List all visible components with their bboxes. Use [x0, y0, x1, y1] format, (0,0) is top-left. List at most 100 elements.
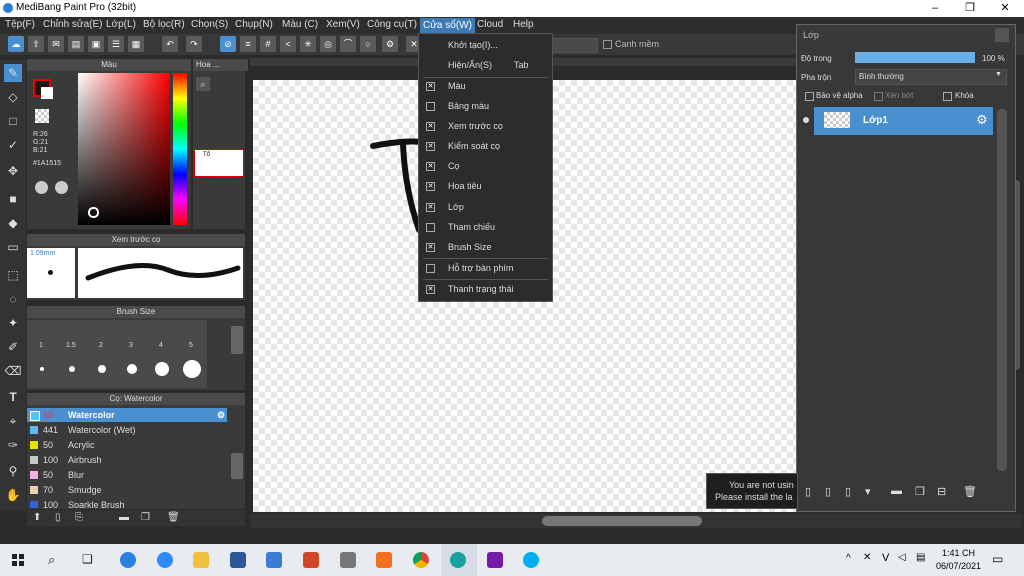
layer-folder-icon[interactable]: ▬: [891, 485, 902, 497]
navigator-thumbnail[interactable]: Tổ: [194, 149, 244, 177]
menu-color[interactable]: Màu (C): [282, 19, 318, 30]
zalo-icon[interactable]: [120, 552, 136, 568]
menu-view[interactable]: Xem(V): [326, 19, 360, 30]
menu-item-toggle-panels[interactable]: Hiện/Ẩn(S) Tab: [419, 56, 552, 74]
no-snap-icon[interactable]: ⊘: [220, 36, 236, 52]
brush-item[interactable]: 15 Watercolor ⚙: [27, 408, 227, 422]
paint-app-icon[interactable]: [340, 552, 356, 568]
toolbar-dropdown[interactable]: [552, 38, 598, 53]
operation-tool-icon[interactable]: ⌖: [4, 412, 22, 430]
size-cell-2[interactable]: 2: [87, 320, 117, 354]
merge-layer-icon[interactable]: ⊟: [937, 485, 946, 498]
layer-visibility-icon[interactable]: [803, 117, 809, 123]
hand-tool-icon[interactable]: ✋: [4, 486, 22, 504]
vanishing-snap-icon[interactable]: <: [280, 36, 296, 52]
menu-item-brush-control[interactable]: ✕ Kiểm soát cọ: [419, 137, 552, 155]
brush-list-scrollbar[interactable]: [231, 453, 243, 479]
menu-window[interactable]: Cửa sổ(W): [420, 18, 475, 33]
delete-brush-icon[interactable]: 🗑: [167, 512, 180, 523]
opacity-slider[interactable]: [855, 52, 975, 63]
duplicate-icon[interactable]: ❐: [141, 512, 150, 523]
shape-tool-icon[interactable]: □: [4, 112, 22, 130]
palette-settings-icon[interactable]: [55, 181, 68, 194]
powerpoint-icon[interactable]: [303, 552, 319, 568]
menu-item-brush-preview[interactable]: ✕ Xem trước cọ: [419, 117, 552, 135]
menu-select[interactable]: Chọn(S): [191, 19, 228, 30]
select-pen-icon[interactable]: ✐: [4, 338, 22, 356]
clock-date[interactable]: 06/07/2021: [936, 561, 981, 571]
gradient-tool-icon[interactable]: ▭: [4, 238, 22, 256]
search-icon[interactable]: ⌕: [48, 552, 55, 568]
palette-add-icon[interactable]: [35, 181, 48, 194]
scrollbar-thumb[interactable]: [542, 516, 702, 526]
divide-tool-icon[interactable]: ✑: [4, 436, 22, 454]
hue-slider[interactable]: [173, 73, 187, 225]
screen-tool-icon[interactable]: [266, 552, 282, 568]
note-icon[interactable]: ▤: [68, 36, 84, 52]
menu-file[interactable]: Tệp(F): [5, 19, 35, 30]
line-tool-icon[interactable]: ✓: [4, 136, 22, 154]
tray-app-icon[interactable]: ✕: [863, 552, 871, 563]
magic-wand-icon[interactable]: ✦: [4, 314, 22, 332]
circle-snap-icon[interactable]: ◎: [320, 36, 336, 52]
lasso-icon[interactable]: ◌: [4, 290, 22, 308]
lock-checkbox[interactable]: [943, 92, 952, 101]
menu-cloud[interactable]: Cloud: [477, 19, 503, 30]
menu-item-status-bar[interactable]: ✕ Thanh trạng thái: [419, 280, 552, 298]
upload-icon[interactable]: ⇧: [28, 36, 44, 52]
menu-filter[interactable]: Bộ lọc(R): [143, 19, 185, 30]
windows-start-icon[interactable]: [12, 554, 24, 566]
close-button[interactable]: ✕: [990, 0, 1020, 17]
zoom-app-icon[interactable]: [157, 552, 173, 568]
menu-item-keyboard-support[interactable]: Hỗ trợ bàn phím: [419, 259, 552, 277]
parallel-snap-icon[interactable]: ≡: [240, 36, 256, 52]
brush-item[interactable]: 100 Sparkle Brush: [27, 498, 227, 508]
transparent-swatch[interactable]: [35, 109, 49, 123]
volume-icon[interactable]: ◁: [898, 552, 906, 563]
skype-icon[interactable]: [523, 552, 539, 568]
brush-tool-icon[interactable]: ✎: [4, 64, 22, 82]
layer-settings-icon[interactable]: ⚙: [976, 112, 988, 128]
menu-item-layer[interactable]: ✕ Lớp: [419, 198, 552, 216]
add-brush-icon[interactable]: ⬆: [33, 512, 41, 523]
save-icon[interactable]: ▣: [88, 36, 104, 52]
select-rect-icon[interactable]: ⬚: [4, 266, 22, 284]
notification-icon[interactable]: ▭: [992, 552, 1003, 566]
background-color-swatch[interactable]: [41, 87, 53, 99]
orange-app-icon[interactable]: [376, 552, 392, 568]
language-indicator[interactable]: V: [882, 552, 889, 564]
new-layer-icon[interactable]: ▯: [805, 485, 811, 498]
new-layer-1bit-icon[interactable]: ▯: [845, 485, 851, 498]
grid-snap-icon[interactable]: #: [260, 36, 276, 52]
eraser-tool-icon[interactable]: ◇: [4, 88, 22, 106]
brush-size-scrollbar[interactable]: [231, 326, 243, 354]
move-tool-icon[interactable]: ✥: [4, 162, 22, 180]
menu-edit[interactable]: Chỉnh sửa(E): [43, 19, 103, 30]
text-tool-icon[interactable]: T: [4, 388, 22, 406]
protect-alpha-checkbox[interactable]: [805, 92, 814, 101]
size-cell-1[interactable]: 1: [27, 320, 57, 354]
add-layer-menu-icon[interactable]: ▾: [865, 485, 871, 498]
medibang-icon[interactable]: [450, 552, 466, 568]
layer-panel-scrollbar[interactable]: [997, 109, 1007, 471]
clock-time[interactable]: 1:41 CH: [942, 548, 975, 558]
menu-item-init[interactable]: Khởi tạo(I)...: [419, 36, 552, 54]
eyedropper-icon[interactable]: ⚲: [4, 462, 22, 480]
brush-item[interactable]: 100 Airbrush: [27, 453, 227, 467]
antialias-checkbox[interactable]: [603, 40, 612, 49]
minimize-button[interactable]: –: [920, 0, 950, 17]
menu-item-brush[interactable]: ✕ Cọ: [419, 157, 552, 175]
undo-icon[interactable]: ↶: [162, 36, 178, 52]
menu-item-brush-size[interactable]: ✕ Brush Size: [419, 238, 552, 256]
grid-icon[interactable]: ▦: [128, 36, 144, 52]
layer-row[interactable]: Lớp1 ⚙: [814, 107, 993, 135]
tray-chevron-icon[interactable]: ^: [846, 553, 851, 564]
menu-layer[interactable]: Lớp(L): [106, 19, 136, 30]
brush-settings-icon[interactable]: ⚙: [217, 408, 225, 422]
copy-brush-icon[interactable]: ⎘: [75, 512, 83, 523]
task-view-icon[interactable]: ❑: [82, 552, 93, 566]
settings-icon[interactable]: ⚙: [382, 36, 398, 52]
menu-item-palette[interactable]: Bảng màu: [419, 97, 552, 115]
curve-snap-icon[interactable]: ⌒: [340, 36, 356, 52]
blend-mode-select[interactable]: Bình thường ▼: [855, 69, 1007, 85]
